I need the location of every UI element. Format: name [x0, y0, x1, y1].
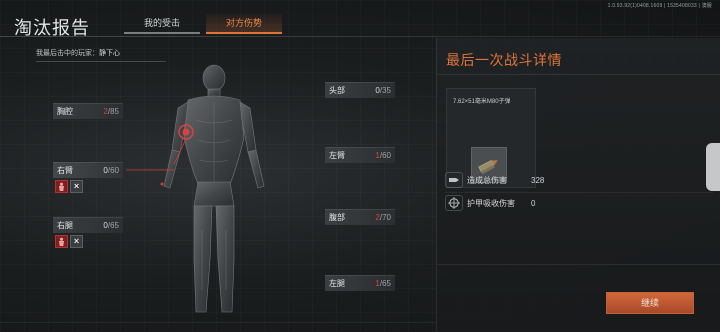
body-part-label: 头部 [329, 86, 345, 95]
fracture-icon: × [70, 235, 83, 248]
hp-max: 60 [382, 151, 391, 160]
right-arm-status-icons: × [55, 180, 85, 193]
last-combat-details-panel: 最后一次战斗详情 7.62×51毫米M80子弹 造成总伤害 328 护甲吸收伤害… [436, 38, 720, 332]
armor-absorbed-row: 护甲吸收伤害 0 [445, 194, 713, 212]
body-silhouette [160, 64, 265, 313]
panel-title: 最后一次战斗详情 [446, 52, 562, 68]
hp-max: 85 [110, 107, 119, 116]
armor-absorbed-label: 护甲吸收伤害 [467, 198, 515, 208]
body-model [140, 60, 290, 330]
last-hit-player-line: 我最后击中的玩家：静下心 [36, 48, 166, 58]
last-hit-player-name: 静下心 [99, 50, 120, 57]
tab-bar: 我的受击 对方伤势 [124, 14, 288, 36]
elimination-report-screen: 1.0.93.92(1)0408.1609 | 1535408033 | 澳服 … [0, 0, 720, 332]
bullet-icon [445, 172, 463, 188]
body-part-stomach[interactable]: 腹部 2/70 [325, 209, 395, 225]
body-part-hp: 0/35 [375, 86, 391, 95]
tab-my-hits[interactable]: 我的受击 [124, 14, 200, 34]
total-damage-value: 328 [531, 175, 545, 185]
body-part-label: 左腿 [329, 279, 345, 288]
bottom-divider [0, 322, 436, 323]
version-text: 1.0.93.92(1)0408.1609 | 1535408033 | 澳服 [607, 3, 712, 9]
hp-max: 35 [382, 86, 391, 95]
body-part-left-arm[interactable]: 左臂 1/60 [325, 147, 395, 163]
hp-max: 70 [382, 213, 391, 222]
bleeding-icon [55, 180, 68, 193]
right-leg-status-icons: × [55, 235, 85, 248]
weapon-name: 7.62×51毫米M80子弹 [453, 99, 511, 105]
hp-max: 65 [110, 221, 119, 230]
body-part-label: 右臂 [57, 166, 73, 175]
body-part-chest[interactable]: 胸腔 2/85 [53, 103, 123, 119]
body-part-hp: 0/60 [103, 166, 119, 175]
total-damage-label: 造成总伤害 [467, 175, 507, 185]
hp-max: 60 [110, 166, 119, 175]
body-part-hp: 2/70 [375, 213, 391, 222]
armor-absorbed-value: 0 [531, 198, 536, 208]
hp-max: 65 [382, 279, 391, 288]
body-part-head[interactable]: 头部 0/35 [325, 82, 395, 98]
panel-section-divider [437, 264, 720, 265]
body-part-label: 右腿 [57, 221, 73, 230]
side-drawer-handle[interactable] [706, 143, 720, 191]
fracture-icon: × [70, 180, 83, 193]
bleeding-icon [55, 235, 68, 248]
body-part-right-leg[interactable]: 右腿 0/65 [53, 217, 123, 233]
stat-divider [445, 192, 713, 193]
crosshair-icon [445, 195, 463, 211]
body-part-label: 腹部 [329, 213, 345, 222]
body-part-label: 左臂 [329, 151, 345, 160]
total-damage-row: 造成总伤害 328 [445, 171, 713, 189]
body-part-hp: 2/85 [103, 107, 119, 116]
body-part-hp: 1/65 [375, 279, 391, 288]
last-hit-label: 我最后击中的玩家： [36, 50, 99, 57]
panel-title-divider [437, 74, 720, 75]
body-part-hp: 0/65 [103, 221, 119, 230]
body-part-hp: 1/60 [375, 151, 391, 160]
body-part-right-arm[interactable]: 右臂 0/60 [53, 162, 123, 178]
continue-button[interactable]: 继续 [606, 292, 694, 314]
tab-enemy-injuries[interactable]: 对方伤势 [206, 14, 282, 34]
body-part-label: 胸腔 [57, 107, 73, 116]
body-part-left-leg[interactable]: 左腿 1/65 [325, 275, 395, 291]
header-divider [0, 36, 720, 37]
